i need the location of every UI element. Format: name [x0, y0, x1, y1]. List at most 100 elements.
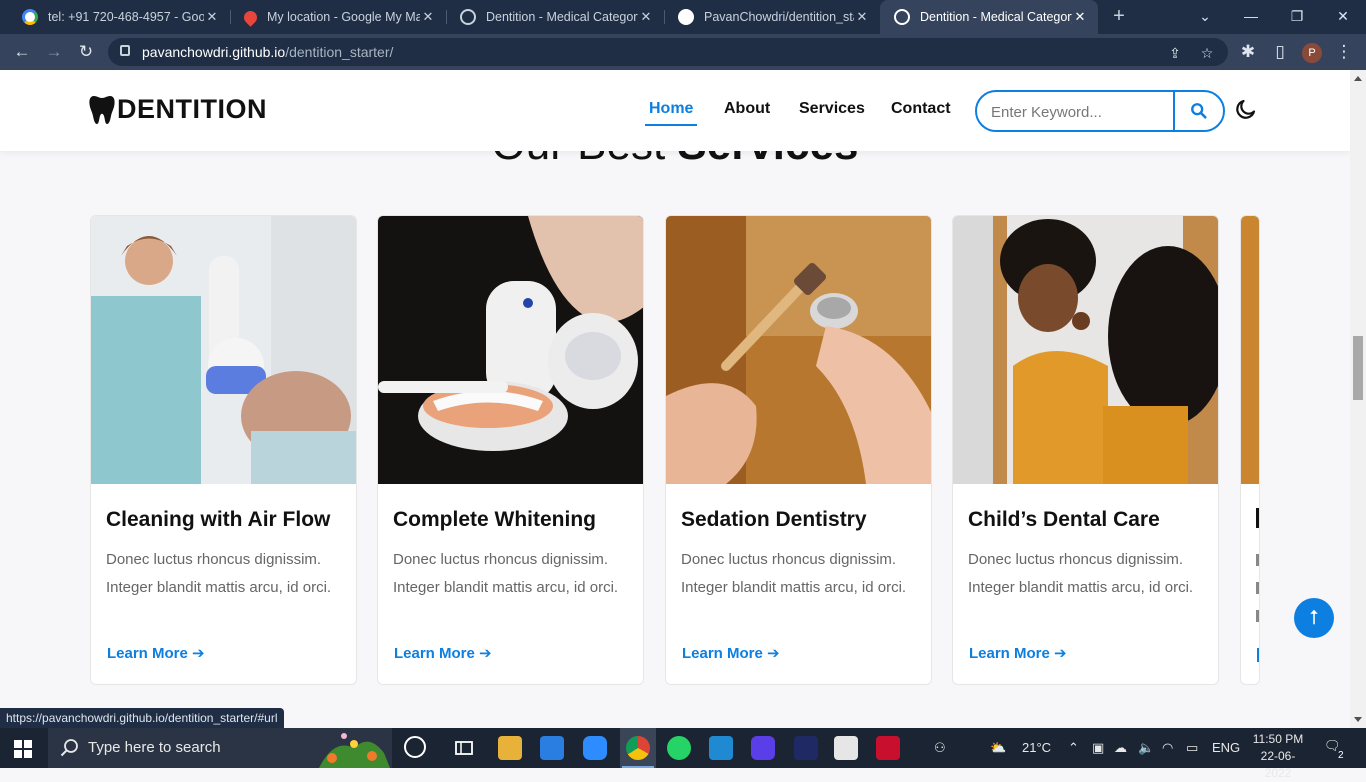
service-title: Complete Whitening [393, 508, 596, 531]
webex-icon[interactable] [751, 736, 775, 760]
tab-dentition-1[interactable]: Dentition - Medical Category ✕ [446, 0, 664, 34]
learn-more-link[interactable]: Learn More ➔ [107, 644, 205, 662]
url-text: pavanchowdri.github.io/dentition_starter… [142, 44, 393, 60]
zoom-icon[interactable] [583, 736, 607, 760]
search-button[interactable] [1173, 92, 1223, 130]
service-description: Donec luctus rhoncus dignissim. Integer … [106, 551, 332, 596]
service-description-partial [1256, 582, 1259, 594]
nav-about[interactable]: About [724, 100, 770, 118]
brand-name: DENTITION [117, 94, 267, 124]
browser-toolbar: ← → ↻ pavanchowdri.github.io/dentition_s… [0, 34, 1366, 70]
new-tab-button[interactable]: + [1108, 4, 1130, 28]
close-tab-icon[interactable]: ✕ [1072, 9, 1088, 25]
lock-icon [120, 45, 130, 56]
service-image-partial [1241, 216, 1259, 484]
clock-time: 11:50 PM [1252, 732, 1304, 746]
reload-button[interactable]: ↻ [74, 40, 98, 64]
learn-more-label: Learn More [969, 645, 1050, 662]
service-image-air-flow [91, 216, 356, 484]
address-bar[interactable]: pavanchowdri.github.io/dentition_starter… [108, 38, 1228, 66]
github-icon [678, 9, 694, 25]
bookmark-star-icon[interactable]: ☆ [1198, 44, 1216, 62]
side-panel-icon[interactable]: ▯ [1268, 40, 1292, 64]
scrollbar-thumb[interactable] [1353, 336, 1363, 400]
taskbar-search[interactable]: Type here to search [48, 728, 392, 768]
chrome-menu-icon[interactable]: ⋮ [1332, 40, 1356, 64]
learn-more-link[interactable]: Learn More ➔ [682, 644, 780, 662]
minimize-button[interactable]: — [1228, 0, 1274, 34]
nav-services[interactable]: Services [799, 100, 865, 118]
learn-more-partial[interactable] [1257, 648, 1259, 662]
whatsapp-icon[interactable] [667, 736, 691, 760]
forward-button[interactable]: → [42, 40, 66, 64]
chrome-taskbar-active[interactable] [620, 728, 656, 768]
usb-icon[interactable]: ▣ [1092, 740, 1104, 756]
service-image-sedation [666, 216, 931, 484]
site-logo[interactable]: DENTITION [89, 94, 267, 125]
service-description: Donec luctus rhoncus dignissim. Integer … [681, 551, 907, 596]
learn-more-link[interactable]: Learn More ➔ [394, 644, 492, 662]
vscode-icon[interactable] [709, 736, 733, 760]
tab-title: My location - Google My Ma [267, 10, 420, 24]
close-tab-icon[interactable]: ✕ [420, 9, 436, 25]
onedrive-icon[interactable]: ☁ [1114, 740, 1127, 756]
show-hidden-icons-chevron-icon[interactable]: ⌃ [1068, 740, 1079, 756]
service-title: Child’s Dental Care [968, 508, 1160, 531]
close-window-button[interactable]: ✕ [1320, 0, 1366, 34]
weather-icon[interactable]: ⛅ [990, 740, 1006, 756]
people-icon[interactable]: ⚇ [934, 740, 946, 756]
tab-search-button[interactable]: ⌄ [1182, 0, 1228, 34]
search-input[interactable] [991, 101, 1171, 123]
wifi-icon[interactable]: ◠ [1162, 740, 1173, 756]
extensions-icon[interactable]: ✱ [1236, 40, 1260, 64]
service-card: Child’s Dental Care Donec luctus rhoncus… [952, 215, 1219, 685]
service-title: Sedation Dentistry [681, 508, 867, 531]
nav-home[interactable]: Home [644, 100, 698, 126]
close-tab-icon[interactable]: ✕ [854, 9, 870, 25]
search-icon [1191, 103, 1207, 119]
profile-avatar[interactable]: P [1302, 43, 1322, 63]
close-tab-icon[interactable]: ✕ [638, 9, 654, 25]
tab-google-search[interactable]: tel: +91 720-468-4957 - Goo ✕ [8, 0, 230, 34]
dark-mode-toggle-icon[interactable] [1234, 97, 1258, 121]
scroll-up-arrow-icon[interactable] [1354, 76, 1362, 81]
map-pin-icon [241, 7, 260, 27]
mcafee-icon[interactable] [876, 736, 900, 760]
service-card: Cleaning with Air Flow Donec luctus rhon… [90, 215, 357, 685]
tab-github-repo[interactable]: PavanChowdri/dentition_star ✕ [664, 0, 880, 34]
search-box [975, 90, 1225, 132]
service-title: Cleaning with Air Flow [106, 508, 331, 531]
service-description-partial [1256, 610, 1259, 622]
back-button[interactable]: ← [10, 40, 34, 64]
tab-title: tel: +91 720-468-4957 - Goo [48, 10, 204, 24]
service-card: Sedation Dentistry Donec luctus rhoncus … [665, 215, 932, 685]
microsoft-store-icon[interactable] [540, 736, 564, 760]
page-scrollbar[interactable] [1350, 70, 1366, 728]
scroll-down-arrow-icon[interactable] [1354, 717, 1362, 722]
service-image-whitening [378, 216, 643, 484]
tab-title: PavanChowdri/dentition_star [704, 10, 854, 24]
volume-icon[interactable]: 🔈 [1138, 740, 1154, 756]
google-icon [22, 9, 38, 25]
dev-cpp-icon[interactable] [794, 736, 818, 760]
back-to-top-button[interactable]: ⭡ [1294, 598, 1334, 638]
battery-icon[interactable]: ▭ [1186, 740, 1198, 756]
nav-contact[interactable]: Contact [891, 100, 951, 118]
close-tab-icon[interactable]: ✕ [204, 9, 220, 25]
spreadsheet-icon[interactable] [834, 736, 858, 760]
task-view-icon[interactable] [452, 736, 476, 760]
language-indicator[interactable]: ENG [1212, 740, 1240, 755]
share-icon[interactable]: ⇪ [1166, 44, 1184, 62]
file-explorer-icon[interactable] [498, 736, 522, 760]
system-clock[interactable]: 11:50 PM 22-06-2022 [1248, 731, 1308, 782]
windows-start-icon[interactable] [14, 740, 32, 758]
restore-button[interactable]: ❐ [1274, 0, 1320, 34]
globe-icon [460, 9, 476, 25]
tab-google-maps[interactable]: My location - Google My Ma ✕ [230, 0, 446, 34]
tab-dentition-active[interactable]: Dentition - Medical Category ✕ [880, 0, 1098, 34]
status-bar-url: https://pavanchowdri.github.io/dentition… [0, 708, 284, 728]
learn-more-link[interactable]: Learn More ➔ [969, 644, 1067, 662]
temperature-text: 21°C [1022, 740, 1052, 755]
cortana-icon[interactable] [404, 736, 426, 758]
globe-icon [894, 9, 910, 25]
